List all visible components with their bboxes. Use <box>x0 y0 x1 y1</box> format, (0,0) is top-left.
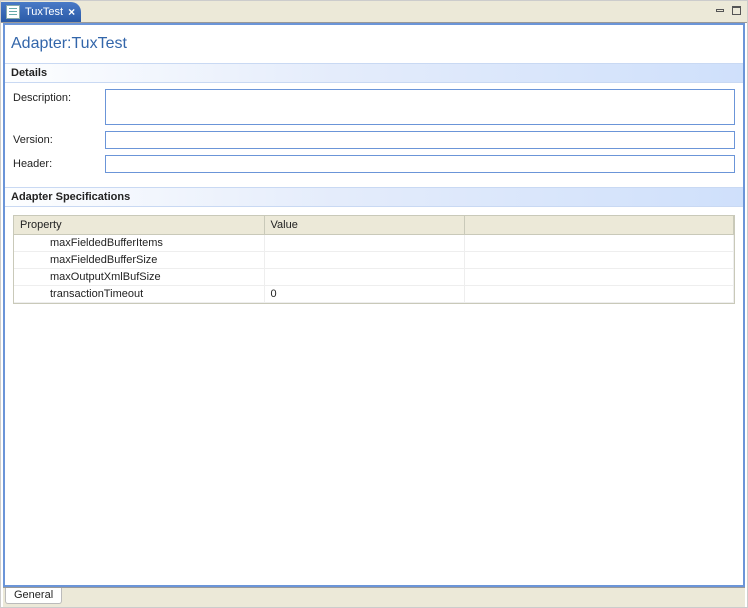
cell-value[interactable] <box>264 234 464 251</box>
table-row[interactable]: maxFieldedBufferSize <box>14 251 734 268</box>
editor-window: TuxTest × Adapter:TuxTest Details Descri… <box>0 0 748 608</box>
cell-value[interactable]: 0 <box>264 285 464 302</box>
document-icon <box>6 5 20 19</box>
row-version: Version: <box>13 131 735 149</box>
cell-value[interactable] <box>264 268 464 285</box>
section-header-details: Details <box>5 63 743 83</box>
editor-tab-tuxtest[interactable]: TuxTest × <box>1 2 81 22</box>
maximize-icon[interactable] <box>729 3 743 17</box>
row-header: Header: <box>13 155 735 173</box>
col-header-property[interactable]: Property <box>14 216 264 234</box>
editor-tab-label: TuxTest <box>25 6 63 18</box>
minimize-icon[interactable] <box>713 3 727 17</box>
tab-general[interactable]: General <box>5 588 62 604</box>
cell-property: maxOutputXmlBufSize <box>14 268 264 285</box>
label-description: Description: <box>13 89 99 104</box>
cell-property: transactionTimeout <box>14 285 264 302</box>
header-input[interactable] <box>105 155 735 173</box>
cell-empty <box>464 251 734 268</box>
specs-body: Property Value maxFieldedBufferItems ma <box>5 207 743 312</box>
table-row[interactable]: transactionTimeout 0 <box>14 285 734 302</box>
version-input[interactable] <box>105 131 735 149</box>
page-title: Adapter:TuxTest <box>5 25 743 63</box>
label-version: Version: <box>13 131 99 146</box>
cell-empty <box>464 285 734 302</box>
close-icon[interactable]: × <box>68 6 75 18</box>
editor-content: Adapter:TuxTest Details Description: Ver… <box>3 23 745 587</box>
cell-property: maxFieldedBufferSize <box>14 251 264 268</box>
row-description: Description: <box>13 89 735 125</box>
cell-empty <box>464 234 734 251</box>
table-row[interactable]: maxFieldedBufferItems <box>14 234 734 251</box>
label-header: Header: <box>13 155 99 170</box>
details-body: Description: Version: Header: <box>5 83 743 187</box>
section-header-specs: Adapter Specifications <box>5 187 743 207</box>
cell-value[interactable] <box>264 251 464 268</box>
spec-table: Property Value maxFieldedBufferItems ma <box>14 216 734 303</box>
cell-property: maxFieldedBufferItems <box>14 234 264 251</box>
description-input[interactable] <box>105 89 735 125</box>
bottom-tabbar: General <box>3 587 745 607</box>
table-row[interactable]: maxOutputXmlBufSize <box>14 268 734 285</box>
cell-empty <box>464 268 734 285</box>
spacer <box>5 312 743 586</box>
window-controls <box>713 3 743 17</box>
editor-tabbar: TuxTest × <box>1 1 747 23</box>
spec-table-wrap: Property Value maxFieldedBufferItems ma <box>13 215 735 304</box>
table-header-row: Property Value <box>14 216 734 234</box>
col-header-value[interactable]: Value <box>264 216 464 234</box>
col-header-empty[interactable] <box>464 216 734 234</box>
